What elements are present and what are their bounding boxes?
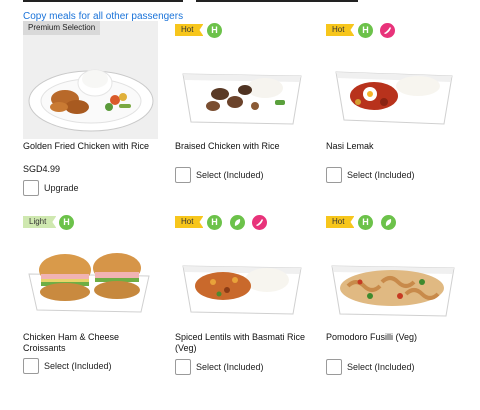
meal-card-spiced-lentils: Hot H Spiced Lentils with Basmati Rice (…: [175, 215, 310, 381]
upgrade-checkbox[interactable]: [23, 180, 39, 196]
meal-title: Nasi Lemak: [326, 141, 374, 151]
meal-title: Golden Fried Chicken with Rice: [23, 141, 150, 151]
fried-chicken-rice-plate-image: [28, 69, 154, 132]
checkbox-label: Select (Included): [347, 362, 415, 372]
top-border-right: [196, 0, 358, 2]
meal-image: Premium Selection: [23, 21, 158, 139]
lentils-rice-box-image: [182, 265, 302, 315]
meal-card-golden-fried-chicken: Premium Selection Golden Fried Chicken w…: [23, 21, 158, 201]
hot-tag: Hot: [326, 216, 355, 228]
meal-card-pomodoro-fusilli: Hot H Pomodoro Fusilli (Veg) Select (Inc…: [326, 215, 461, 381]
halal-icon: H: [207, 23, 222, 38]
hot-tag: Hot: [175, 216, 204, 228]
select-checkbox-row[interactable]: Select (Included): [326, 166, 415, 184]
meal-title: Pomodoro Fusilli (Veg): [326, 332, 418, 342]
chili-icon: [252, 215, 267, 230]
meal-title: Braised Chicken with Rice: [175, 141, 280, 151]
meal-image: Hot H: [175, 215, 310, 334]
meal-title: Spiced Lentils with Basmati Rice (Veg): [175, 332, 306, 353]
fusilli-pasta-box-image: [331, 265, 455, 317]
light-tag: Light: [23, 216, 57, 228]
halal-icon: H: [358, 23, 373, 38]
upgrade-checkbox-row[interactable]: Upgrade: [23, 179, 79, 197]
meal-image: Light H: [23, 215, 158, 334]
select-checkbox[interactable]: [175, 167, 191, 183]
select-checkbox[interactable]: [326, 167, 342, 183]
select-checkbox[interactable]: [23, 358, 39, 374]
hot-tag: Hot: [175, 24, 204, 36]
meal-image: Hot H: [326, 215, 461, 334]
top-border-left: [23, 0, 183, 2]
select-checkbox-row[interactable]: Select (Included): [175, 358, 264, 376]
meal-title: Chicken Ham & Cheese Croissants: [23, 332, 120, 353]
checkbox-label: Select (Included): [196, 170, 264, 180]
meal-image: Hot H: [326, 23, 461, 142]
select-checkbox-row[interactable]: Select (Included): [326, 358, 415, 376]
halal-icon: H: [207, 215, 222, 230]
select-checkbox[interactable]: [326, 359, 342, 375]
checkbox-label: Select (Included): [196, 362, 264, 372]
vegetarian-leaf-icon: [381, 215, 396, 230]
meal-card-braised-chicken: Hot H Braised Chicken with Rice Select (…: [175, 23, 310, 189]
checkbox-label: Select (Included): [44, 361, 112, 371]
vegetarian-leaf-icon: [230, 215, 245, 230]
premium-selection-ribbon: Premium Selection: [23, 21, 101, 35]
meal-card-nasi-lemak: Hot H Nasi Lemak Select (Included): [326, 23, 461, 189]
select-checkbox-row[interactable]: Select (Included): [175, 166, 264, 184]
braised-chicken-rice-box-image: [182, 73, 302, 125]
halal-icon: H: [59, 215, 74, 230]
select-checkbox[interactable]: [175, 359, 191, 375]
checkbox-label: Upgrade: [44, 183, 79, 193]
select-checkbox-row[interactable]: Select (Included): [23, 357, 112, 375]
meal-image: Hot H: [175, 23, 310, 142]
chili-icon: [380, 23, 395, 38]
croissant-sandwich-tray-image: [28, 253, 150, 313]
meal-card-croissants: Light H Chicken Ham & Cheese Croissants …: [23, 215, 158, 381]
nasi-lemak-box-image: [335, 71, 453, 125]
checkbox-label: Select (Included): [347, 170, 415, 180]
meal-price: SGD4.99: [23, 164, 61, 174]
hot-tag: Hot: [326, 24, 355, 36]
halal-icon: H: [358, 215, 373, 230]
